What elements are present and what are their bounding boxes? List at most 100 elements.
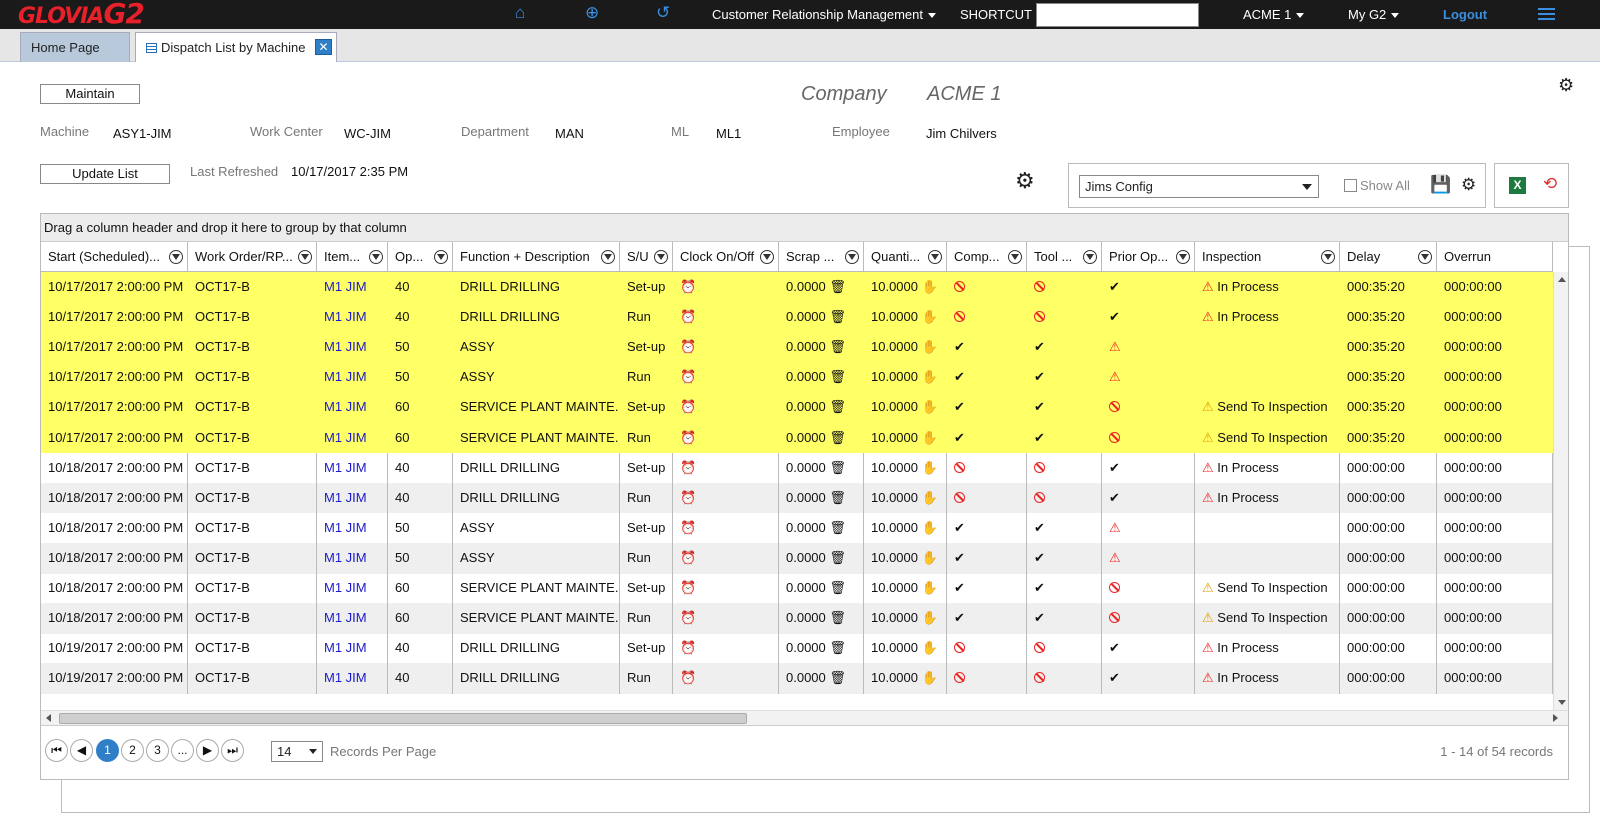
page-3-button[interactable]: 3	[146, 739, 169, 762]
show-all-checkbox[interactable]	[1344, 179, 1357, 192]
alarm-clock-icon[interactable]: ⏰	[680, 490, 696, 505]
alarm-clock-icon[interactable]: ⏰	[680, 430, 696, 445]
report-quantity-icon[interactable]: ✋	[918, 339, 938, 354]
filter-icon[interactable]	[369, 250, 383, 264]
column-header-start[interactable]: Start (Scheduled)...	[41, 242, 188, 272]
alarm-clock-icon[interactable]: ⏰	[680, 550, 696, 565]
column-header-delay[interactable]: Delay	[1340, 242, 1437, 272]
config-gear-icon[interactable]: ⚙	[1461, 176, 1476, 194]
alarm-clock-icon[interactable]: ⏰	[680, 670, 696, 685]
filter-icon[interactable]	[298, 250, 312, 264]
filter-icon[interactable]	[1321, 250, 1335, 264]
table-row[interactable]: 10/18/2017 2:00:00 PM OCT17-B M1 JIM 40 DRIL…	[41, 452, 1553, 484]
alarm-clock-icon[interactable]: ⏰	[680, 279, 696, 294]
column-header-comp[interactable]: Comp...	[947, 242, 1027, 272]
save-icon[interactable]: 💾	[1430, 176, 1451, 194]
alarm-clock-icon[interactable]: ⏰	[680, 580, 696, 595]
report-quantity-icon[interactable]: ✋	[918, 550, 938, 565]
scroll-left-icon[interactable]	[46, 714, 51, 722]
cell-item[interactable]: M1 JIM	[317, 633, 388, 664]
report-quantity-icon[interactable]: ✋	[918, 490, 938, 505]
update-list-button[interactable]: Update List	[40, 164, 170, 184]
cell-item[interactable]: M1 JIM	[317, 663, 388, 694]
config-select[interactable]: Jims Config	[1079, 175, 1319, 198]
table-row[interactable]: 10/19/2017 2:00:00 PM OCT17-B M1 JIM 40 DRIL…	[41, 633, 1553, 664]
cell-item[interactable]: M1 JIM	[317, 573, 388, 604]
table-row[interactable]: 10/18/2017 2:00:00 PM OCT17-B M1 JIM 40 DRIL…	[41, 482, 1553, 514]
more-pages-button[interactable]: ...	[171, 739, 194, 762]
report-quantity-icon[interactable]: ✋	[918, 610, 938, 625]
cell-item[interactable]: M1 JIM	[317, 392, 388, 424]
table-row[interactable]: 10/18/2017 2:00:00 PM OCT17-B M1 JIM 60 SERV…	[41, 603, 1553, 634]
column-header-qty[interactable]: Quanti...	[864, 242, 947, 272]
records-per-page-select[interactable]: 14	[271, 741, 323, 762]
filter-icon[interactable]	[601, 250, 615, 264]
column-header-tool[interactable]: Tool ...	[1027, 242, 1102, 272]
table-row[interactable]: 10/17/2017 2:00:00 PM OCT17-B M1 JIM 40 DRIL…	[41, 272, 1553, 303]
first-page-button[interactable]: ⏮	[45, 739, 68, 762]
logout-link[interactable]: Logout	[1443, 0, 1487, 29]
report-quantity-icon[interactable]: ✋	[918, 309, 938, 324]
trash-icon[interactable]: 🗑	[826, 670, 846, 685]
table-row[interactable]: 10/17/2017 2:00:00 PM OCT17-B M1 JIM 60 SERV…	[41, 392, 1553, 424]
column-header-su[interactable]: S/U	[620, 242, 673, 272]
trash-icon[interactable]: 🗑	[826, 610, 846, 625]
trash-icon[interactable]: 🗑	[826, 339, 846, 354]
refresh-export-icon[interactable]: ⟲	[1543, 174, 1557, 194]
trash-icon[interactable]: 🗑	[826, 430, 846, 445]
filter-icon[interactable]	[1418, 250, 1432, 264]
cell-item[interactable]: M1 JIM	[317, 512, 388, 544]
horizontal-scrollbar[interactable]	[41, 710, 1568, 725]
alarm-clock-icon[interactable]: ⏰	[680, 339, 696, 354]
tab-dispatch-list[interactable]: Dispatch List by Machine ✕	[135, 32, 337, 62]
show-all-toggle[interactable]: Show All	[1344, 178, 1410, 193]
home-icon[interactable]: ⌂	[515, 3, 525, 23]
column-header-overrun[interactable]: Overrun	[1437, 242, 1553, 272]
column-header-insp[interactable]: Inspection	[1195, 242, 1340, 272]
page-2-button[interactable]: 2	[121, 739, 144, 762]
hamburger-menu-icon[interactable]	[1538, 8, 1555, 21]
report-quantity-icon[interactable]: ✋	[918, 369, 938, 384]
filter-icon[interactable]	[760, 250, 774, 264]
table-row[interactable]: 10/19/2017 2:00:00 PM OCT17-B M1 JIM 40 DRIL…	[41, 663, 1553, 694]
page-1-button[interactable]: 1	[96, 739, 119, 762]
next-page-button[interactable]: ▶	[196, 739, 219, 762]
vertical-scrollbar[interactable]	[1553, 272, 1568, 710]
table-row[interactable]: 10/17/2017 2:00:00 PM OCT17-B M1 JIM 50 ASSY…	[41, 362, 1553, 393]
history-icon[interactable]: ↺	[656, 3, 670, 23]
table-row[interactable]: 10/18/2017 2:00:00 PM OCT17-B M1 JIM 60 SERV…	[41, 573, 1553, 604]
trash-icon[interactable]: 🗑	[826, 580, 846, 595]
trash-icon[interactable]: 🗑	[826, 279, 846, 294]
table-row[interactable]: 10/17/2017 2:00:00 PM OCT17-B M1 JIM 50 ASSY…	[41, 332, 1553, 363]
report-quantity-icon[interactable]: ✋	[918, 640, 938, 655]
column-header-func[interactable]: Function + Description	[453, 242, 620, 272]
cell-item[interactable]: M1 JIM	[317, 542, 388, 574]
alarm-clock-icon[interactable]: ⏰	[680, 640, 696, 655]
alarm-clock-icon[interactable]: ⏰	[680, 610, 696, 625]
table-row[interactable]: 10/18/2017 2:00:00 PM OCT17-B M1 JIM 50 ASSY…	[41, 542, 1553, 574]
report-quantity-icon[interactable]: ✋	[918, 279, 938, 294]
alarm-clock-icon[interactable]: ⏰	[680, 309, 696, 324]
filter-icon[interactable]	[169, 250, 183, 264]
cell-item[interactable]: M1 JIM	[317, 272, 388, 303]
filter-icon[interactable]	[434, 250, 448, 264]
column-header-scrap[interactable]: Scrap ...	[779, 242, 864, 272]
filter-icon[interactable]	[1008, 250, 1022, 264]
group-by-bar[interactable]: Drag a column header and drop it here to…	[41, 214, 1568, 242]
gear-icon[interactable]: ⚙	[1558, 76, 1574, 94]
trash-icon[interactable]: 🗑	[826, 550, 846, 565]
last-page-button[interactable]: ⏭	[221, 739, 244, 762]
alarm-clock-icon[interactable]: ⏰	[680, 520, 696, 535]
settings-gear-icon[interactable]: ⚙	[1015, 170, 1035, 192]
trash-icon[interactable]: 🗑	[826, 520, 846, 535]
cell-item[interactable]: M1 JIM	[317, 332, 388, 363]
add-circle-icon[interactable]: ⊕	[585, 3, 599, 23]
report-quantity-icon[interactable]: ✋	[918, 430, 938, 445]
filter-icon[interactable]	[654, 250, 668, 264]
cell-item[interactable]: M1 JIM	[317, 452, 388, 484]
crm-menu[interactable]: Customer Relationship Management	[712, 0, 936, 29]
trash-icon[interactable]: 🗑	[826, 309, 846, 324]
column-header-item[interactable]: Item...	[317, 242, 388, 272]
cell-item[interactable]: M1 JIM	[317, 482, 388, 514]
table-row[interactable]: 10/17/2017 2:00:00 PM OCT17-B M1 JIM 40 DRIL…	[41, 302, 1553, 333]
